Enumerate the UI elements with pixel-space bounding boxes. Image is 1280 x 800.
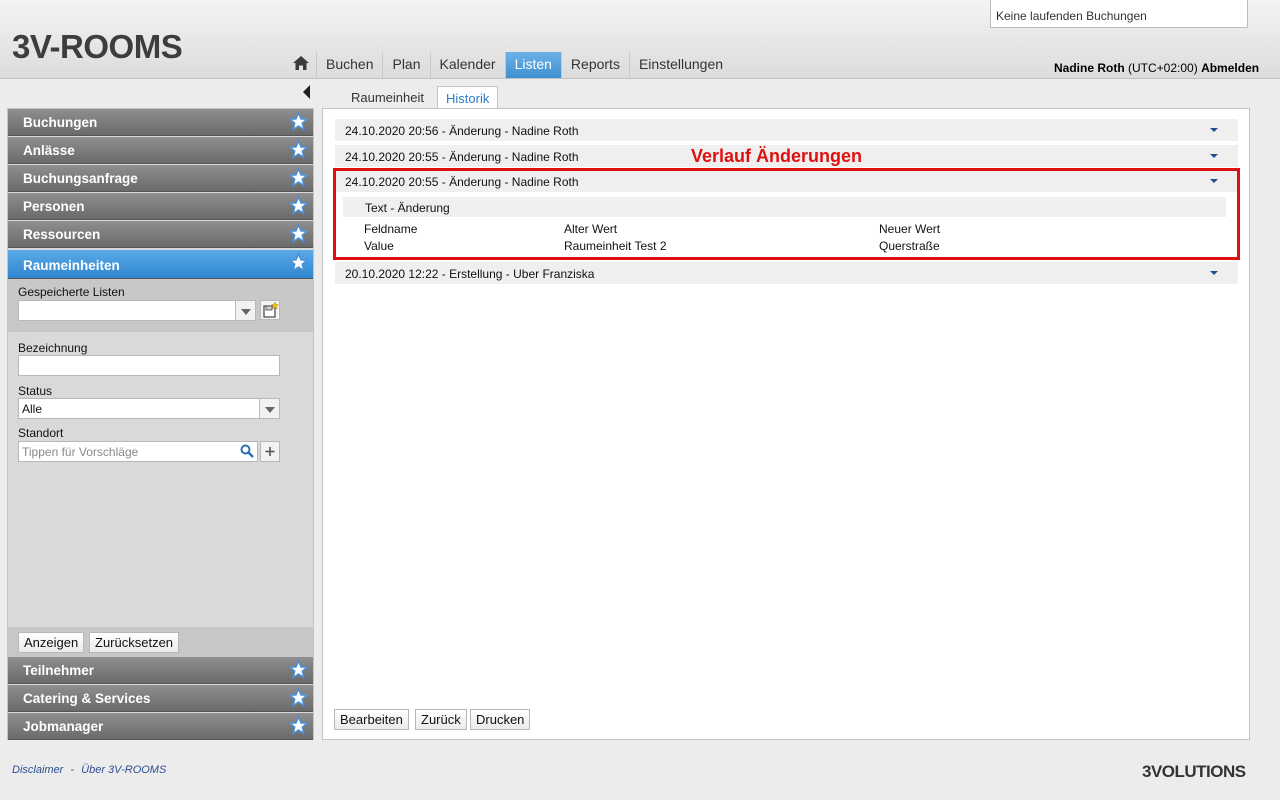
- sidebar-section-label: Buchungen: [23, 115, 98, 130]
- sidebar-section-label: Personen: [23, 199, 85, 214]
- sidebar-section-label: Jobmanager: [23, 719, 104, 734]
- user-timezone: (UTC+02:00): [1128, 61, 1198, 75]
- favorite-star-icon[interactable]: [289, 716, 308, 735]
- saved-lists-label: Gespeicherte Listen: [18, 285, 125, 299]
- filter-buttons-area: Anzeigen Zurücksetzen: [8, 627, 313, 657]
- user-name: Nadine Roth: [1054, 61, 1125, 75]
- favorite-star-icon[interactable]: [289, 660, 308, 679]
- history-entry-label: 24.10.2020 20:56 - Änderung - Nadine Rot…: [345, 124, 579, 138]
- back-button[interactable]: Zurück: [415, 709, 467, 730]
- sidebar-section-catering[interactable]: Catering & Services: [8, 685, 313, 712]
- user-info: Nadine Roth (UTC+02:00) Abmelden: [1054, 61, 1259, 75]
- sidebar-section-label: Raumeinheiten: [23, 258, 120, 273]
- status-label: Status: [18, 384, 53, 398]
- history-entry[interactable]: 20.10.2020 12:22 - Erstellung - Uber Fra…: [335, 262, 1238, 284]
- sidebar: Buchungen Anlässe Buchungsanfrage Person…: [7, 108, 314, 740]
- highlight-box: [333, 168, 1240, 260]
- sidebar-section-buchungsanfrage[interactable]: Buchungsanfrage: [8, 165, 313, 192]
- history-entry-label: 20.10.2020 12:22 - Erstellung - Uber Fra…: [345, 267, 595, 281]
- nav-listen[interactable]: Listen: [504, 52, 561, 78]
- annotation-label: Verlauf Änderungen: [691, 146, 863, 166]
- status-select[interactable]: Alle: [18, 398, 260, 419]
- favorite-star-icon[interactable]: [289, 168, 308, 187]
- status-dropdown-button[interactable]: [259, 398, 280, 419]
- filter-area: Bezeichnung Status Alle Standort Tippen …: [8, 332, 313, 627]
- standort-label: Standort: [18, 426, 64, 440]
- standort-input[interactable]: Tippen für Vorschläge: [18, 441, 258, 462]
- sidebar-section-label: Catering & Services: [23, 691, 151, 706]
- favorite-star-icon[interactable]: [289, 196, 308, 215]
- print-button[interactable]: Drucken: [470, 709, 531, 730]
- plus-icon: [265, 447, 275, 456]
- nav-buchen[interactable]: Buchen: [316, 52, 382, 78]
- add-standort-button[interactable]: [260, 441, 280, 462]
- top-navigation: Buchen Plan Kalender Listen Reports Eins…: [286, 52, 732, 78]
- saved-lists-select[interactable]: [18, 300, 237, 321]
- sidebar-section-label: Teilnehmer: [23, 663, 95, 678]
- app-logo: 3V-ROOMS: [12, 28, 183, 65]
- collapse-sidebar-icon[interactable]: [302, 85, 312, 99]
- save-list-icon: [263, 301, 279, 318]
- sidebar-section-buchungen[interactable]: Buchungen: [8, 109, 313, 136]
- tab-historik[interactable]: Historik: [437, 86, 499, 109]
- nav-kalender[interactable]: Kalender: [429, 52, 505, 78]
- bezeichnung-input[interactable]: [18, 355, 280, 376]
- favorite-star-icon[interactable]: [289, 224, 308, 243]
- logout-link[interactable]: Abmelden: [1201, 61, 1259, 75]
- sidebar-section-raumeinheiten[interactable]: Raumeinheiten: [8, 250, 313, 279]
- about-link[interactable]: Über 3V-ROOMS: [81, 764, 166, 776]
- nav-plan[interactable]: Plan: [382, 52, 429, 78]
- expand-caret-icon[interactable]: [1210, 271, 1218, 275]
- show-button[interactable]: Anzeigen: [18, 632, 85, 653]
- expand-caret-icon[interactable]: [1210, 128, 1218, 132]
- history-entry-label: 24.10.2020 20:55 - Änderung - Nadine Rot…: [345, 150, 579, 164]
- home-icon: [293, 56, 309, 70]
- vendor-logo: 3VOLUTIONS: [1142, 762, 1246, 781]
- sidebar-section-teilnehmer[interactable]: Teilnehmer: [8, 657, 313, 684]
- content-tabs: Raumeinheit Historik: [343, 86, 503, 109]
- saved-lists-area: Gespeicherte Listen: [8, 279, 313, 332]
- home-button[interactable]: [286, 52, 316, 78]
- saved-lists-dropdown-button[interactable]: [235, 300, 256, 321]
- search-icon[interactable]: [240, 444, 254, 458]
- edit-button[interactable]: Bearbeiten: [334, 709, 409, 730]
- nav-einstellungen[interactable]: Einstellungen: [628, 52, 732, 78]
- nav-reports[interactable]: Reports: [560, 52, 629, 78]
- footer-separator: -: [70, 764, 75, 776]
- tab-raumeinheit[interactable]: Raumeinheit: [343, 86, 432, 108]
- running-bookings-box[interactable]: Keine laufenden Buchungen: [990, 0, 1248, 28]
- favorite-star-icon[interactable]: [289, 253, 308, 272]
- sidebar-section-jobmanager[interactable]: Jobmanager: [8, 713, 313, 740]
- history-entry[interactable]: 24.10.2020 20:56 - Änderung - Nadine Rot…: [335, 119, 1238, 141]
- disclaimer-link[interactable]: Disclaimer: [12, 764, 63, 776]
- save-list-button[interactable]: [260, 300, 280, 320]
- sidebar-section-label: Buchungsanfrage: [23, 171, 138, 186]
- reset-button[interactable]: Zurücksetzen: [89, 632, 180, 653]
- expand-caret-icon[interactable]: [1210, 154, 1218, 158]
- favorite-star-icon[interactable]: [289, 112, 308, 131]
- sidebar-section-label: Anlässe: [23, 143, 75, 158]
- sidebar-section-ressourcen[interactable]: Ressourcen: [8, 221, 313, 248]
- bezeichnung-label: Bezeichnung: [18, 341, 88, 355]
- favorite-star-icon[interactable]: [289, 688, 308, 707]
- footer-links: Disclaimer - Über 3V-ROOMS: [12, 764, 166, 776]
- sidebar-section-label: Ressourcen: [23, 227, 101, 242]
- sidebar-section-anlaesse[interactable]: Anlässe: [8, 137, 313, 164]
- sidebar-section-personen[interactable]: Personen: [8, 193, 313, 220]
- favorite-star-icon[interactable]: [289, 140, 308, 159]
